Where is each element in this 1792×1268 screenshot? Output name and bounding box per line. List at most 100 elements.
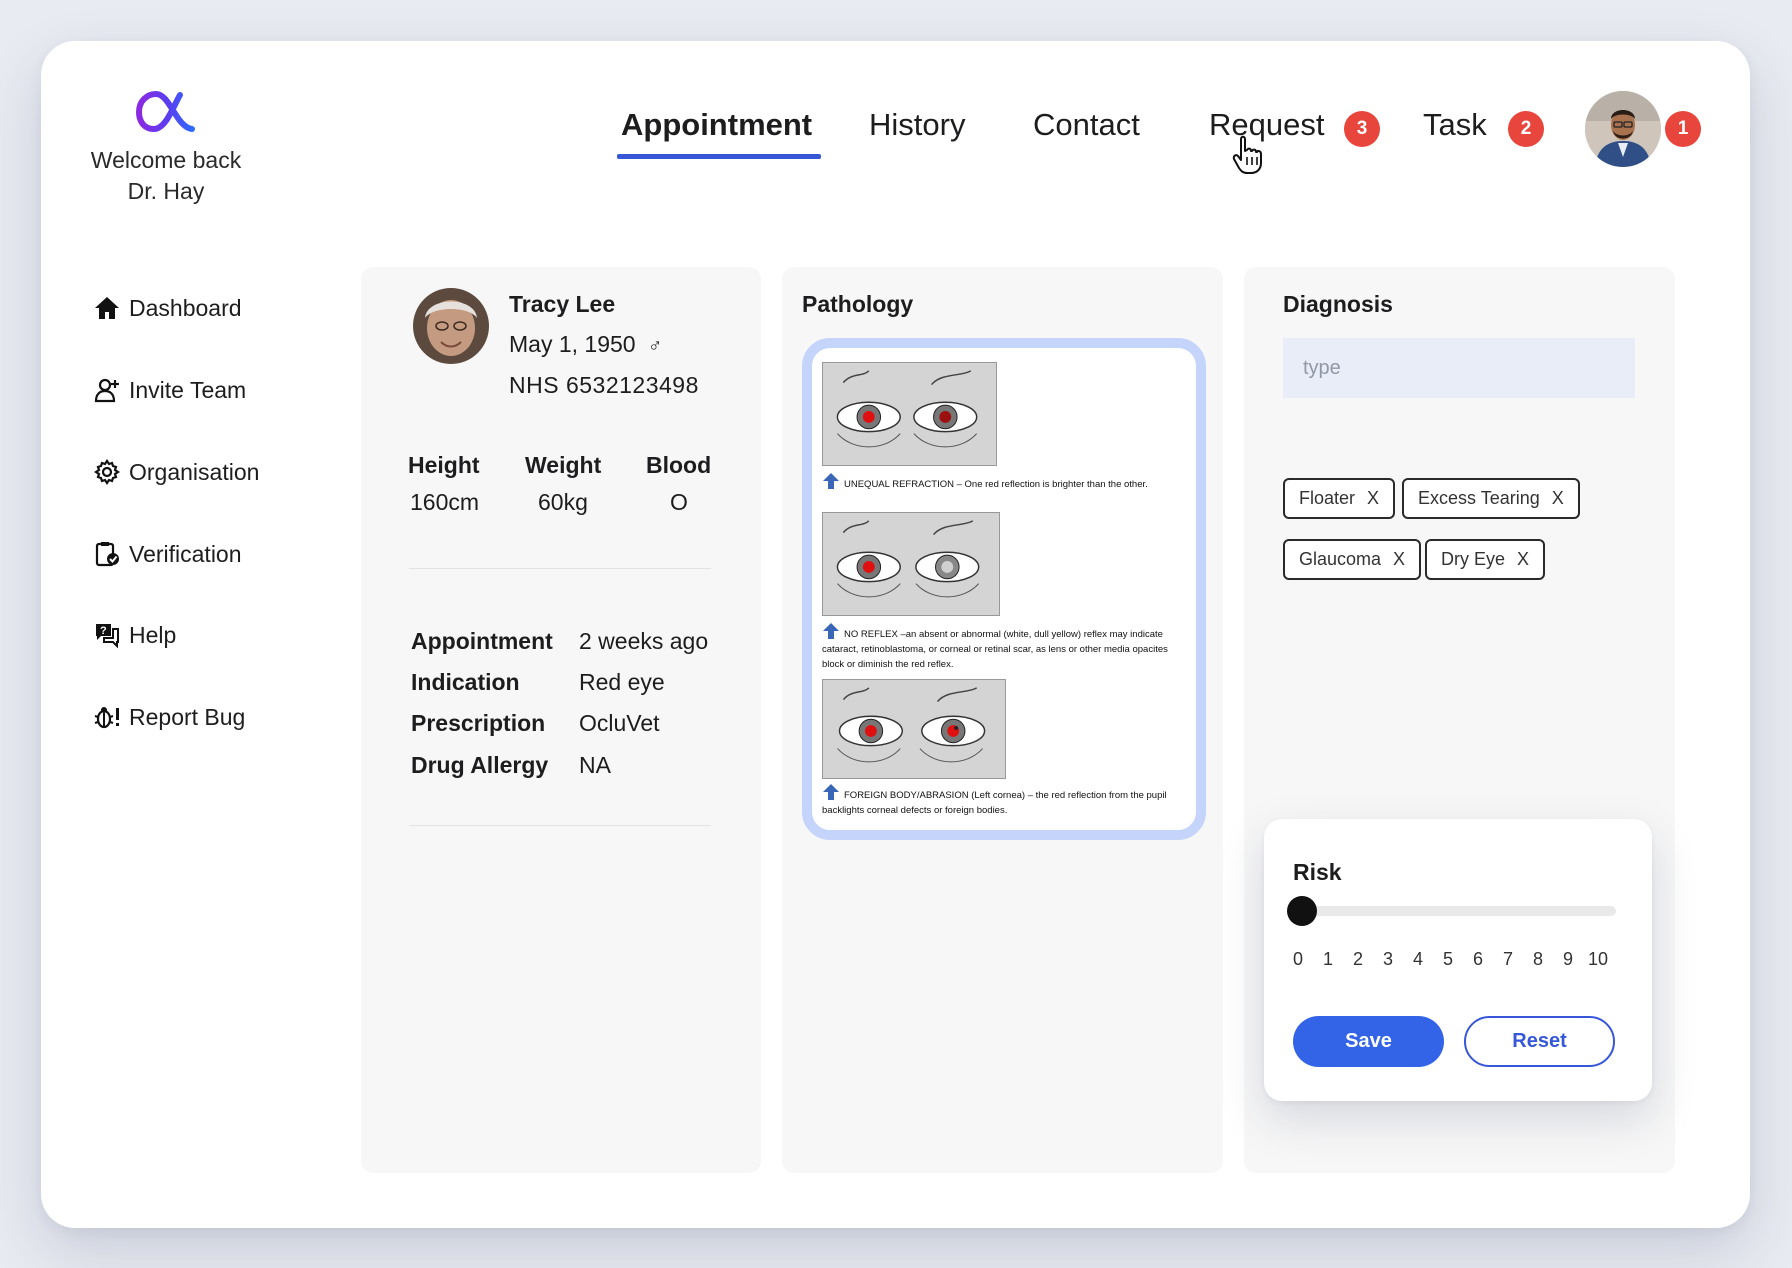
risk-tick-label: 0 — [1292, 949, 1304, 969]
weight-value: 60kg — [538, 489, 588, 515]
tab-appointment[interactable]: Appointment — [621, 107, 812, 143]
sidebar-item-label: Invite Team — [129, 376, 247, 403]
help-chat-icon: ? — [93, 621, 121, 649]
caption-no-reflex: NO REFLEX –an absent or abnormal (white,… — [822, 622, 1192, 672]
home-icon — [93, 294, 121, 322]
sidebar-item-invite-team[interactable]: Invite Team — [93, 373, 246, 407]
risk-tick-label: 8 — [1532, 949, 1544, 969]
pathology-title: Pathology — [802, 291, 914, 317]
sidebar-item-dashboard[interactable]: Dashboard — [93, 291, 242, 325]
risk-tick-label: 9 — [1562, 949, 1574, 969]
patient-avatar-icon — [413, 288, 489, 364]
save-button[interactable]: Save — [1293, 1016, 1444, 1067]
welcome-text: Welcome back — [90, 147, 242, 173]
risk-title: Risk — [1293, 859, 1342, 885]
height-label: Height — [408, 452, 480, 478]
eye-diagram-no-reflex — [822, 512, 1000, 616]
detail-label-prescription: Prescription — [411, 710, 546, 736]
patient-photo — [413, 288, 489, 364]
up-arrow-icon — [823, 473, 839, 489]
sidebar-item-label: Report Bug — [129, 703, 246, 730]
divider — [409, 568, 711, 569]
detail-label-indication: Indication — [411, 669, 520, 695]
pathology-image-card[interactable]: UNEQUAL REFRACTION – One red reflection … — [802, 338, 1206, 840]
risk-tick-label: 4 — [1412, 949, 1424, 969]
divider — [409, 825, 711, 826]
active-tab-underline — [617, 154, 821, 159]
detail-value-indication: Red eye — [579, 669, 665, 695]
tab-history[interactable]: History — [869, 107, 965, 143]
remove-tag-button[interactable]: X — [1552, 488, 1564, 509]
diagnosis-tag-dry-eye: Dry Eye X — [1425, 539, 1546, 580]
hand-cursor-icon — [1232, 135, 1262, 174]
sidebar-item-verification[interactable]: Verification — [93, 537, 242, 571]
tag-label: Glaucoma — [1299, 549, 1382, 569]
diagnosis-tag-floater: Floater X — [1283, 478, 1396, 519]
svg-text:?: ? — [100, 625, 107, 637]
risk-slider-thumb[interactable] — [1287, 896, 1317, 926]
sidebar-item-label: Verification — [129, 540, 242, 567]
risk-slider[interactable] — [1287, 896, 1616, 926]
diagnosis-tag-glaucoma: Glaucoma X — [1283, 539, 1422, 580]
sidebar-item-label: Dashboard — [129, 294, 242, 321]
clipboard-check-icon — [93, 540, 121, 568]
sidebar-item-label: Help — [129, 621, 177, 648]
risk-card: Risk 0 1 2 3 4 5 6 7 8 9 10 Save Reset — [1264, 819, 1652, 1101]
reset-button[interactable]: Reset — [1464, 1016, 1615, 1067]
weight-label: Weight — [525, 452, 602, 478]
remove-tag-button[interactable]: X — [1393, 549, 1405, 570]
user-avatar[interactable] — [1585, 91, 1661, 167]
tag-label: Excess Tearing — [1418, 488, 1540, 508]
eye-diagram-unequal-refraction — [822, 362, 997, 466]
risk-tick-label: 6 — [1472, 949, 1484, 969]
alpha-logo-icon — [135, 90, 195, 133]
patient-dob-value: May 1, 1950 — [509, 331, 636, 357]
remove-tag-button[interactable]: X — [1367, 488, 1379, 509]
risk-tick-label: 2 — [1352, 949, 1364, 969]
male-icon: ♂ — [647, 336, 663, 357]
sidebar-item-organisation[interactable]: Organisation — [93, 455, 259, 489]
detail-label-drug-allergy: Drug Allergy — [411, 752, 549, 778]
tab-task[interactable]: Task — [1423, 107, 1487, 143]
gear-icon — [93, 458, 121, 486]
tab-contact[interactable]: Contact — [1033, 107, 1140, 143]
detail-value-appointment: 2 weeks ago — [579, 628, 709, 654]
blood-value: O — [670, 489, 688, 515]
risk-tick-label: 3 — [1382, 949, 1394, 969]
diagnosis-title: Diagnosis — [1283, 291, 1393, 317]
sidebar-item-help[interactable]: ? Help — [93, 618, 176, 652]
up-arrow-icon — [823, 623, 839, 639]
avatar-notification-badge: 1 — [1665, 111, 1701, 147]
remove-tag-button[interactable]: X — [1517, 549, 1529, 570]
diagnosis-tag-excess-tearing: Excess Tearing X — [1402, 478, 1580, 519]
add-user-icon — [93, 376, 121, 404]
height-value: 160cm — [410, 489, 480, 515]
risk-tick-label: 7 — [1502, 949, 1514, 969]
patient-dob: May 1, 1950 ♂ — [509, 331, 662, 358]
tag-label: Floater — [1299, 488, 1356, 508]
detail-value-prescription: OcluVet — [579, 710, 660, 736]
detail-value-drug-allergy: NA — [579, 752, 611, 778]
sidebar-item-report-bug[interactable]: Report Bug — [93, 700, 245, 734]
blood-label: Blood — [646, 452, 712, 478]
request-badge: 3 — [1344, 111, 1380, 147]
risk-tick-label: 10 — [1587, 949, 1609, 969]
sidebar-item-label: Organisation — [129, 458, 260, 485]
main-card: Welcome back Dr. Hay Appointment History… — [41, 41, 1750, 1228]
caption-unequal-refraction: UNEQUAL REFRACTION – One red reflection … — [822, 472, 1192, 492]
risk-tick-label: 1 — [1322, 949, 1334, 969]
bug-icon — [93, 703, 121, 731]
risk-tick-label: 5 — [1442, 949, 1454, 969]
patient-name: Tracy Lee — [509, 291, 616, 317]
caption-foreign-body: FOREIGN BODY/ABRASION (Left cornea) – th… — [822, 783, 1192, 818]
detail-label-appointment: Appointment — [411, 628, 553, 654]
doctor-avatar-icon — [1585, 91, 1661, 167]
diagnosis-input[interactable] — [1283, 338, 1635, 398]
doctor-name: Dr. Hay — [127, 178, 205, 204]
task-badge: 2 — [1508, 111, 1544, 147]
up-arrow-icon — [823, 784, 839, 800]
patient-nhs-number: NHS 6532123498 — [509, 372, 699, 398]
eye-diagram-foreign-body — [822, 679, 1006, 779]
brand: Welcome back Dr. Hay — [81, 85, 251, 207]
tab-request[interactable]: Request — [1209, 107, 1324, 143]
